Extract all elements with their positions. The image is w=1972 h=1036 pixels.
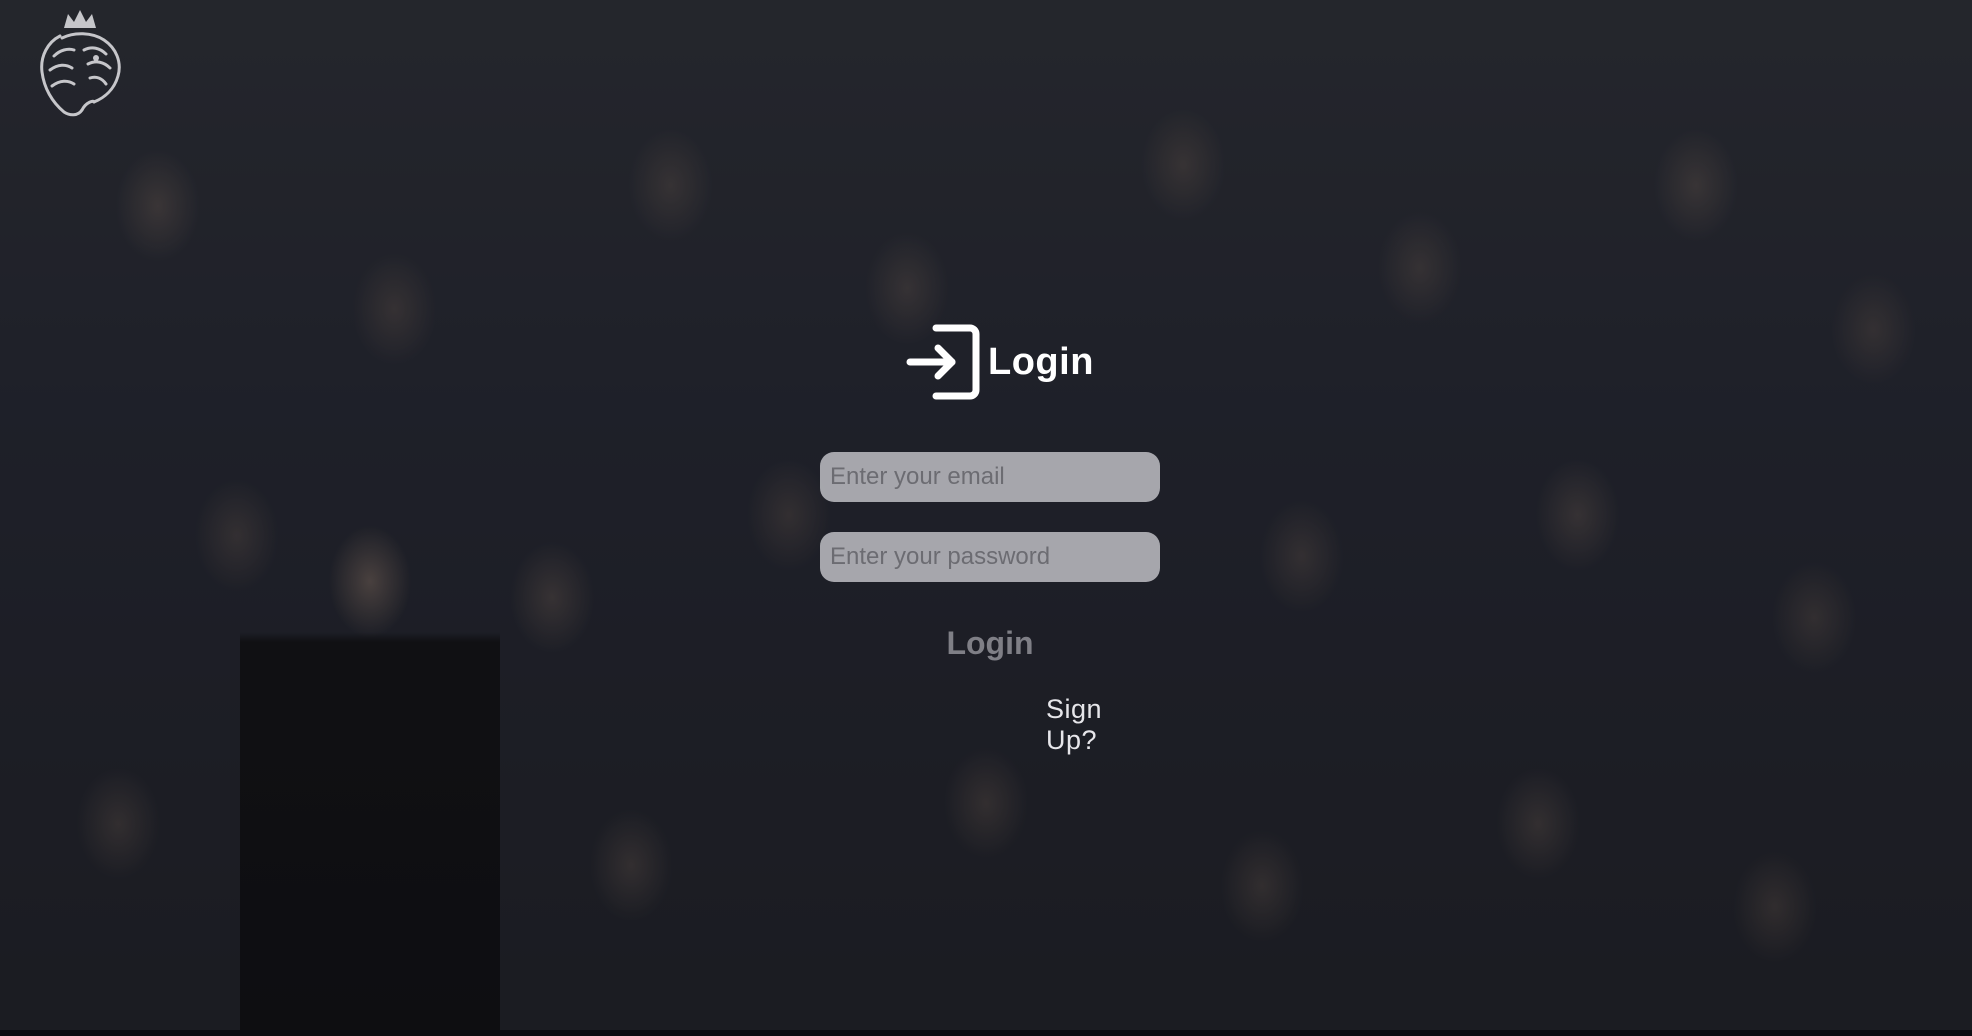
signup-link[interactable]: Sign Up?: [1046, 694, 1160, 756]
bottom-edge: [0, 1030, 1972, 1036]
password-field[interactable]: [820, 532, 1160, 582]
email-field[interactable]: [820, 452, 1160, 502]
login-title: Login: [988, 340, 1094, 383]
login-button[interactable]: Login: [920, 618, 1060, 668]
sign-in-icon: [906, 324, 980, 400]
login-header: Login: [904, 324, 1094, 400]
premier-league-lion-icon: [40, 10, 121, 117]
login-panel: Login Login Sign Up?: [820, 318, 1160, 755]
login-page: Login Login Sign Up?: [0, 0, 1972, 1036]
